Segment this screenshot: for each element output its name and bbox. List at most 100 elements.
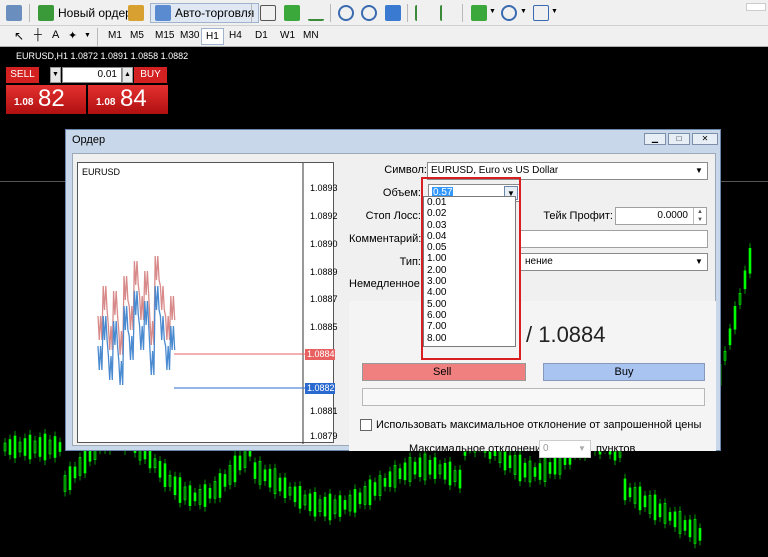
tick-lines bbox=[97, 163, 305, 444]
tick-chart: EURUSD 1.0893 1.0892 1.0890 1.0889 1.0887 1.0… bbox=[77, 162, 338, 444]
order-type-value: нение bbox=[525, 256, 553, 267]
window-icon[interactable] bbox=[6, 5, 22, 21]
tile-windows-icon[interactable] bbox=[385, 5, 401, 21]
dialog-body: EURUSD 1.0893 1.0892 1.0890 1.0889 1.0887 1.0… bbox=[72, 153, 716, 458]
symbol-label: Символ: bbox=[384, 164, 427, 176]
zoom-in-icon[interactable] bbox=[338, 5, 354, 21]
cursor-icon[interactable]: ↖ bbox=[14, 29, 24, 43]
axis-tick-label: 1.0887 bbox=[310, 294, 338, 304]
main-toolbar: Новый ордер Авто-торговля ▼ ▼ ▼ bbox=[0, 0, 768, 26]
take-profit-value: 0.0000 bbox=[657, 210, 688, 221]
close-icon[interactable]: ✕ bbox=[692, 133, 718, 145]
order-type-select[interactable]: нение ▼ bbox=[519, 253, 708, 271]
toolbar-separator bbox=[462, 4, 463, 22]
chevron-down-icon[interactable]: ▼ bbox=[84, 32, 91, 39]
sell-button[interactable]: Sell bbox=[362, 363, 526, 381]
chevron-down-icon[interactable]: ▼ bbox=[489, 8, 496, 15]
max-deviation-unit: пунктов bbox=[596, 443, 636, 455]
symbol-value: EURUSD, Euro vs US Dollar bbox=[431, 165, 559, 176]
oc-buy-price[interactable]: 1.08 84 bbox=[88, 85, 168, 114]
timeframe-m5[interactable]: M5 bbox=[126, 28, 148, 45]
chevron-down-icon[interactable]: ▼ bbox=[551, 8, 558, 15]
ask-price-tag: 1.0884 bbox=[305, 349, 335, 360]
dialog-title: Ордер bbox=[72, 134, 106, 146]
oc-buy-button[interactable]: BUY bbox=[134, 67, 167, 83]
indicators-icon[interactable] bbox=[471, 5, 487, 21]
axis-tick-label: 1.0879 bbox=[310, 431, 338, 441]
max-deviation-select[interactable]: 0 ▼ bbox=[539, 440, 591, 458]
bid-price-tag: 1.0882 bbox=[305, 383, 335, 394]
toolbar-separator bbox=[330, 4, 331, 22]
sell-button-label: Sell bbox=[433, 366, 452, 378]
timeframe-m1[interactable]: M1 bbox=[104, 28, 126, 45]
max-deviation-label: Максимальное отклонение: bbox=[409, 443, 551, 455]
chevron-down-icon[interactable]: ▼ bbox=[520, 8, 527, 15]
crosshair-icon[interactable]: ┼ bbox=[34, 29, 42, 41]
lot-increase-button[interactable]: ▲ bbox=[122, 67, 133, 83]
buy-price-pips: 84 bbox=[120, 85, 147, 112]
axis-tick-label: 1.0890 bbox=[310, 239, 338, 249]
timeframe-d1[interactable]: D1 bbox=[251, 28, 272, 45]
sell-price-pips: 82 bbox=[38, 85, 65, 112]
order-dialog: Ордер ▁ □ ✕ EURUSD 1.0893 1.0892 1.0890 1.0… bbox=[65, 129, 721, 458]
text-tool-icon[interactable]: A bbox=[52, 29, 59, 41]
stop-loss-label: Стоп Лосс: bbox=[365, 210, 421, 222]
oc-sell-price[interactable]: 1.08 82 bbox=[6, 85, 86, 114]
drawing-toolbar: ↖ ┼ A ✦ ▼ M1 M5 M15 M30 H1 H4 D1 W1 MN bbox=[0, 26, 768, 47]
one-click-trading-panel: SELL ▼ 0.01 ▲ BUY 1.08 82 1.08 84 bbox=[6, 67, 168, 114]
chart-shift-icon[interactable] bbox=[440, 5, 456, 21]
oc-sell-button[interactable]: SELL bbox=[6, 67, 39, 83]
toolbar-separator bbox=[97, 28, 98, 46]
spinner-icon[interactable]: ▲ ▼ bbox=[693, 208, 706, 224]
new-order-icon bbox=[38, 5, 54, 21]
bar-chart-icon[interactable] bbox=[260, 5, 276, 21]
bid-ask-price: / 1.0884 bbox=[526, 322, 606, 347]
max-deviation-check-label: Использовать максимальное отклонение от … bbox=[376, 419, 702, 431]
timeframe-m30[interactable]: M30 bbox=[176, 28, 203, 45]
axis-tick-label: 1.0881 bbox=[310, 406, 338, 416]
candlestick-icon[interactable] bbox=[284, 5, 300, 21]
status-bar bbox=[362, 388, 705, 406]
auto-scroll-icon[interactable] bbox=[415, 5, 431, 21]
line-chart-icon[interactable] bbox=[308, 5, 324, 21]
axis-tick-label: 1.0892 bbox=[310, 211, 338, 221]
close-icon[interactable] bbox=[746, 3, 766, 11]
chevron-down-icon: ▼ bbox=[695, 257, 703, 266]
metaeditor-icon[interactable] bbox=[128, 5, 144, 21]
objects-icon[interactable]: ✦ bbox=[68, 29, 77, 42]
auto-trading-button[interactable]: Авто-торговля bbox=[150, 3, 260, 23]
buy-price-prefix: 1.08 bbox=[96, 97, 116, 108]
lot-size-input[interactable]: 0.01 bbox=[62, 67, 122, 83]
templates-icon[interactable] bbox=[533, 5, 549, 21]
periods-icon[interactable] bbox=[501, 5, 517, 21]
timeframe-mn[interactable]: MN bbox=[299, 28, 323, 45]
max-deviation-checkbox[interactable] bbox=[360, 419, 372, 431]
sell-price-prefix: 1.08 bbox=[14, 97, 34, 108]
axis-tick-label: 1.0889 bbox=[310, 267, 338, 277]
buy-button[interactable]: Buy bbox=[543, 363, 705, 381]
timeframe-h4[interactable]: H4 bbox=[225, 28, 246, 45]
highlight-frame bbox=[421, 177, 521, 360]
max-deviation-value: 0 bbox=[543, 443, 549, 454]
take-profit-input[interactable]: 0.0000 ▲ ▼ bbox=[615, 207, 707, 225]
auto-trading-label: Авто-торговля bbox=[175, 6, 255, 20]
lot-decrease-button[interactable]: ▼ bbox=[50, 67, 61, 83]
toolbar-separator bbox=[407, 4, 408, 22]
new-order-label: Новый ордер bbox=[58, 6, 132, 20]
take-profit-label: Тейк Профит: bbox=[543, 210, 613, 222]
axis-tick-label: 1.0893 bbox=[310, 183, 338, 193]
volume-label: Объем: bbox=[382, 187, 421, 199]
maximize-icon[interactable]: □ bbox=[668, 133, 690, 145]
timeframe-h1[interactable]: H1 bbox=[201, 28, 224, 45]
chevron-down-icon: ▼ bbox=[695, 166, 703, 175]
axis-tick-label: 1.0885 bbox=[310, 322, 338, 332]
comment-input[interactable] bbox=[519, 230, 708, 248]
timeframe-w1[interactable]: W1 bbox=[276, 28, 299, 45]
new-order-button[interactable]: Новый ордер bbox=[38, 3, 132, 23]
timeframe-m15[interactable]: M15 bbox=[151, 28, 178, 45]
zoom-out-icon[interactable] bbox=[361, 5, 377, 21]
minimize-icon[interactable]: ▁ bbox=[644, 133, 666, 145]
comment-label: Комментарий: bbox=[349, 233, 422, 245]
toolbar-separator bbox=[29, 4, 30, 22]
toolbar-separator bbox=[251, 4, 252, 22]
